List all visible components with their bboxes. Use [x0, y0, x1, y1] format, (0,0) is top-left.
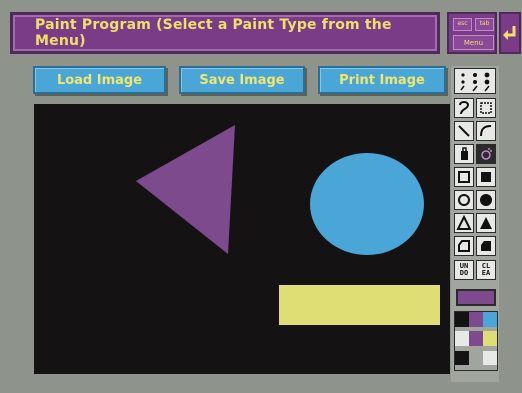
load-image-button[interactable]: Load Image	[33, 66, 166, 94]
undo-label: UN DO	[459, 262, 469, 277]
triangle-shape[interactable]	[136, 125, 235, 254]
line-icon[interactable]	[454, 121, 474, 141]
spray-icon[interactable]	[476, 144, 496, 164]
current-color-swatch	[456, 289, 496, 306]
system-button-group: esc tab Menu	[447, 12, 497, 54]
polygon-outline-icon[interactable]	[454, 236, 474, 256]
rectangle-filled-icon[interactable]	[476, 167, 496, 187]
triangle-filled-icon[interactable]	[476, 213, 496, 233]
clear-button[interactable]: CL EA	[476, 260, 496, 280]
curve-icon[interactable]	[476, 121, 496, 141]
undo-button[interactable]: UN DO	[454, 260, 474, 280]
rectangle-shape[interactable]	[279, 285, 440, 325]
freehand-icon[interactable]	[454, 98, 474, 118]
polygon-filled-icon[interactable]	[476, 236, 496, 256]
rectangle-outline-icon[interactable]	[454, 167, 474, 187]
menu-button[interactable]: Menu	[453, 35, 494, 50]
fill-bucket-icon[interactable]	[454, 144, 474, 164]
print-image-button[interactable]: Print Image	[318, 66, 446, 94]
palette-swatch[interactable]	[455, 331, 469, 346]
rectangle-select-icon[interactable]	[476, 98, 496, 118]
triangle-outline-icon[interactable]	[454, 213, 474, 233]
palette-swatch[interactable]	[455, 350, 469, 366]
ellipse-shape[interactable]	[310, 153, 424, 255]
enter-button[interactable]	[499, 12, 521, 54]
tab-button[interactable]: tab	[475, 18, 494, 31]
window-title: Paint Program (Select a Paint Type from …	[35, 17, 392, 49]
palette-swatch[interactable]	[483, 331, 497, 346]
palette-swatch[interactable]	[483, 312, 497, 327]
title-bar: Paint Program (Select a Paint Type from …	[10, 12, 440, 54]
color-palette	[454, 311, 498, 371]
clear-label: CL EA	[481, 262, 491, 277]
palette-swatch[interactable]	[469, 350, 483, 366]
esc-button[interactable]: esc	[453, 18, 472, 31]
drawing-canvas[interactable]	[34, 104, 450, 374]
save-image-button[interactable]: Save Image	[179, 66, 305, 94]
palette-swatch[interactable]	[455, 312, 469, 327]
enter-arrow-icon	[503, 26, 516, 40]
brush-sizes-icon[interactable]	[454, 68, 496, 94]
palette-swatch[interactable]	[469, 331, 483, 346]
palette-swatch[interactable]	[469, 312, 483, 327]
toolbox: UN DO CL EA	[451, 66, 499, 382]
circle-outline-icon[interactable]	[454, 190, 474, 210]
palette-swatch[interactable]	[483, 350, 497, 366]
circle-filled-icon[interactable]	[476, 190, 496, 210]
